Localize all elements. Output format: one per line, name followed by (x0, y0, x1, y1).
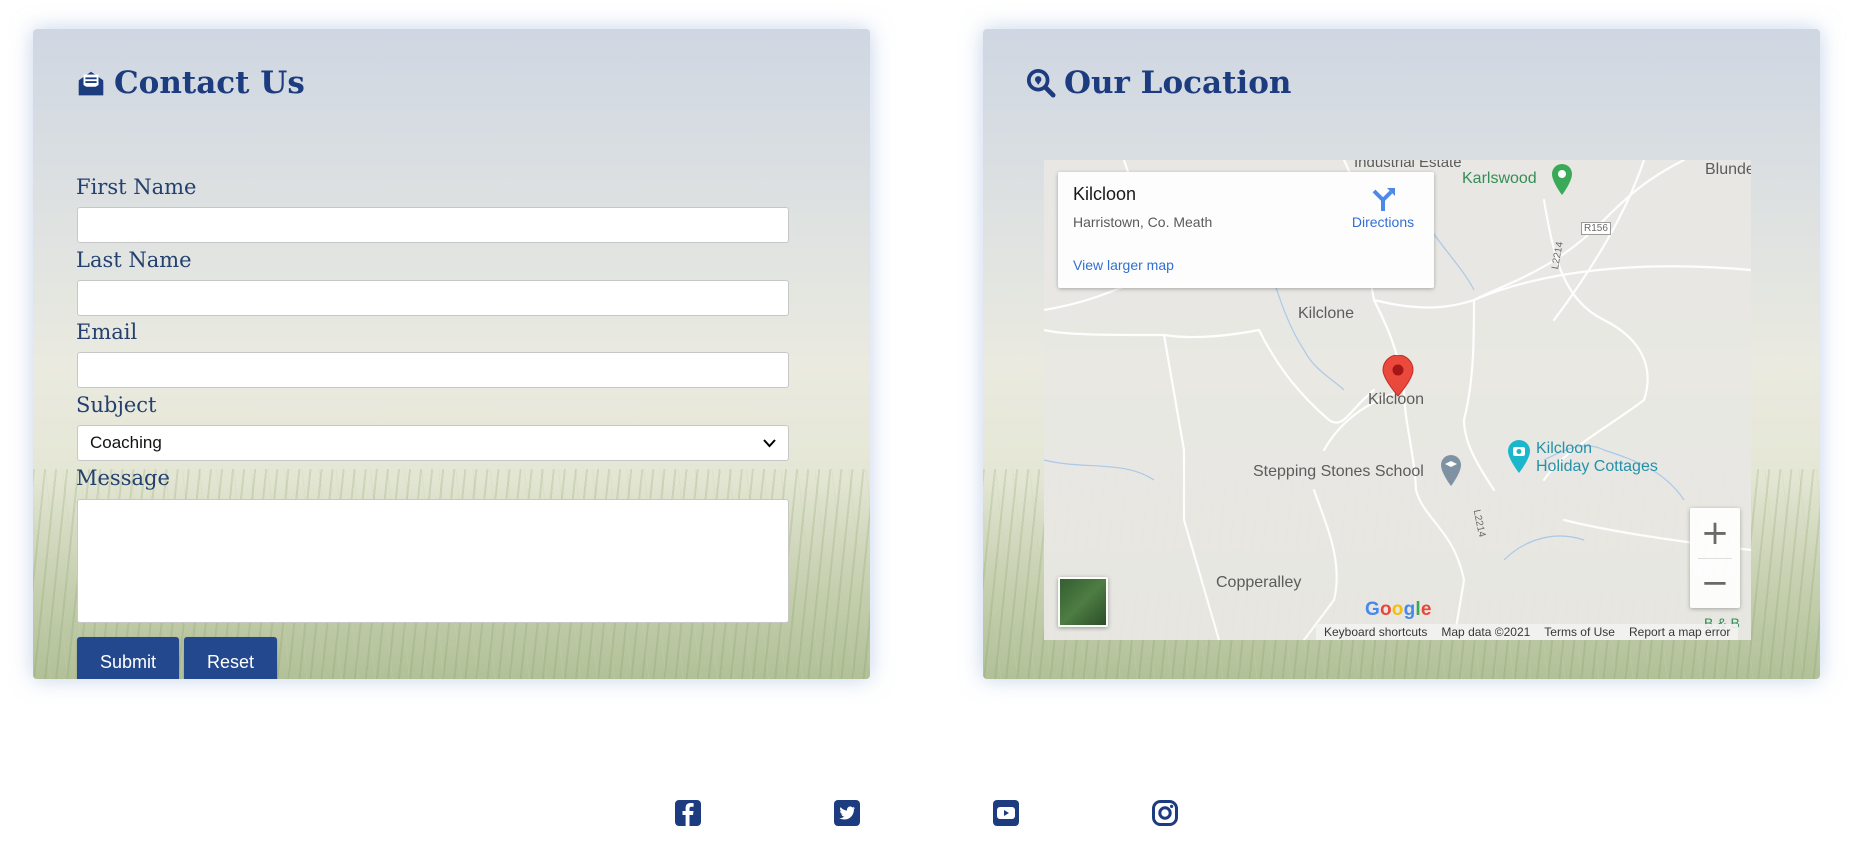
submit-button[interactable]: Submit (77, 637, 179, 679)
zoom-in-button[interactable]: + (1690, 508, 1740, 558)
park-pin-icon (1552, 164, 1572, 195)
map-label-copperalley: Copperalley (1216, 574, 1302, 591)
zoom-controls: + − (1690, 508, 1740, 608)
map-label-stepping-stones: Stepping Stones School (1253, 463, 1424, 480)
google-logo-letter: o (1379, 599, 1392, 620)
directions-icon (1372, 188, 1395, 211)
map-label-holiday-cottages: Kilcloon Holiday Cottages (1536, 440, 1658, 476)
first-name-field[interactable] (77, 207, 789, 243)
facebook-square-icon[interactable] (674, 799, 702, 827)
location-title-text: Our Location (1064, 65, 1292, 101)
youtube-square-icon[interactable] (992, 799, 1020, 827)
keyboard-shortcuts-link[interactable]: Keyboard shortcuts (1324, 625, 1427, 639)
reset-button[interactable]: Reset (184, 637, 277, 679)
report-map-error-link[interactable]: Report a map error (1629, 625, 1730, 639)
message-label: Message (76, 466, 170, 490)
last-name-field[interactable] (77, 280, 789, 316)
location-title: Our Location (1026, 65, 1291, 101)
map-label-r156: R156 (1581, 222, 1611, 235)
terms-of-use-link[interactable]: Terms of Use (1544, 625, 1615, 639)
school-pin-icon (1441, 455, 1461, 486)
google-logo-letter: G (1365, 599, 1380, 620)
twitter-square-icon[interactable] (833, 799, 861, 827)
info-card-address: Harristown, Co. Meath (1073, 214, 1213, 230)
directions-label: Directions (1351, 214, 1415, 230)
google-logo-letter: o (1391, 599, 1404, 620)
contact-title: Contact Us (76, 65, 305, 101)
map-data-label: Map data ©2021 (1441, 625, 1531, 639)
google-logo: Google (1365, 599, 1432, 621)
map-info-card: Kilcloon Harristown, Co. Meath Direction… (1058, 172, 1434, 288)
directions-link[interactable]: Directions (1343, 186, 1423, 230)
map-label-holiday-cottages-line1: Kilcloon (1536, 440, 1593, 457)
map-attribution-bar: Keyboard shortcuts Map data ©2021 Terms … (1316, 624, 1739, 640)
subject-select[interactable]: Coaching (77, 425, 789, 461)
info-card-place: Kilcloon (1073, 184, 1137, 204)
message-textarea[interactable] (77, 499, 789, 623)
satellite-toggle[interactable] (1058, 577, 1108, 627)
map-label-kilcloon-pin: Kilcloon (1368, 391, 1425, 408)
subject-label: Subject (76, 393, 157, 417)
chevron-down-icon (763, 435, 776, 452)
map-label-blunde: Blunde (1705, 161, 1751, 178)
zoom-out-button[interactable]: − (1690, 558, 1740, 608)
envelope-open-text-icon (78, 71, 104, 96)
instagram-icon[interactable] (1151, 799, 1179, 827)
last-name-label: Last Name (76, 248, 192, 272)
google-map[interactable]: Industrial Estate Karlswood Blunde R156 … (1044, 160, 1751, 640)
search-location-icon (1026, 68, 1056, 98)
map-label-industrial: Industrial Estate (1354, 160, 1462, 171)
contact-title-text: Contact Us (114, 65, 305, 101)
contact-panel: Contact Us First Name Last Name Email Su… (33, 29, 870, 679)
first-name-label: First Name (76, 175, 197, 199)
view-larger-map-link[interactable]: View larger map (1073, 257, 1174, 273)
google-logo-letter: e (1420, 599, 1432, 620)
email-label: Email (76, 320, 138, 344)
map-label-kilclone: Kilclone (1298, 305, 1355, 322)
map-label-holiday-cottages-line2: Holiday Cottages (1536, 458, 1658, 475)
email-field[interactable] (77, 352, 789, 388)
map-label-karlswood: Karlswood (1462, 170, 1537, 187)
location-panel: Our Location Industrial Estate Karlswood… (983, 29, 1820, 679)
camera-pin-icon (1508, 440, 1530, 473)
subject-selected-value: Coaching (90, 433, 162, 452)
google-logo-letter: g (1403, 599, 1416, 620)
